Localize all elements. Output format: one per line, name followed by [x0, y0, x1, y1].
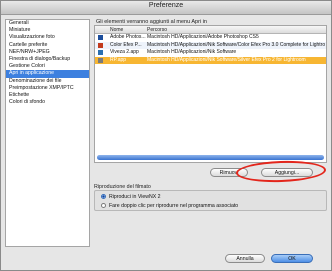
list-item-name: Adobe Photos...: [110, 34, 146, 40]
sidebar-item-gestione-colori[interactable]: Gestione Colori: [6, 63, 89, 70]
sidebar-item-visualizzazione-foto[interactable]: Visualizzazione foto: [6, 34, 89, 41]
list-item-name: RP.app: [110, 56, 127, 63]
ok-button[interactable]: OK: [271, 254, 313, 263]
scrollbar-thumb[interactable]: [97, 155, 324, 160]
radio-button[interactable]: [101, 203, 106, 209]
radio-button-selected[interactable]: [101, 194, 106, 200]
column-header-percorso[interactable]: Percorso: [147, 27, 167, 33]
sidebar-item-generali[interactable]: Generali: [6, 20, 89, 27]
sidebar-item-nef-nrw-jpeg[interactable]: NEF/NRW+JPEG: [6, 49, 89, 56]
photoshop-icon: [98, 35, 103, 40]
list-header: Nome Percorso: [95, 26, 326, 34]
sidebar-item-etichette[interactable]: Etichette: [6, 92, 89, 99]
radio-play-in-viewnx[interactable]: Riproduci in ViewNX 2: [101, 194, 161, 200]
window-title: Preferenze: [148, 2, 184, 9]
list-item[interactable]: Adobe Photos... Macintosh HD/Applicazion…: [95, 34, 326, 42]
application-list[interactable]: Nome Percorso Adobe Photos... Macintosh …: [94, 25, 327, 163]
sidebar-item-colori-di-sfondo[interactable]: Colori di sfondo: [6, 99, 89, 106]
viveza-icon: [98, 50, 103, 55]
list-item-selected[interactable]: RP.app Macintosh HD/Applicazioni/Nik Sof…: [95, 56, 326, 64]
list-item-name: Viveza 2.app: [110, 49, 139, 55]
sidebar-item-cartelle-preferite[interactable]: Cartelle preferite: [6, 42, 89, 49]
preferences-category-list[interactable]: Generali Miniature Visualizzazione foto …: [5, 19, 90, 247]
cancel-button[interactable]: Annulla: [225, 254, 265, 263]
radio-double-click-play[interactable]: Fare doppio clic per riprodurre nel prog…: [101, 203, 238, 209]
list-item-path: Macintosh HD/Applicazioni/Nik Software: [147, 49, 237, 55]
list-item-name: Color Efex P...: [110, 41, 142, 48]
column-header-nome[interactable]: Nome: [110, 27, 123, 33]
sidebar-item-denominazione-dei-file[interactable]: Denominazione dei file: [6, 78, 89, 85]
preferences-window: Preferenze Generali Miniature Visualizza…: [0, 0, 332, 271]
app-icon: [98, 57, 103, 63]
sidebar-item-apri-in-applicazione[interactable]: Apri in applicazione: [6, 70, 89, 78]
sidebar-item-finestra-di-dialogo-backup[interactable]: Finestra di dialogo/Backup: [6, 56, 89, 63]
title-bar[interactable]: Preferenze: [1, 1, 331, 15]
list-item[interactable]: Viveza 2.app Macintosh HD/Applicazioni/N…: [95, 49, 326, 57]
sidebar-item-preimpostazione-xmp-iptc[interactable]: Preimpostazione XMP/IPTC: [6, 85, 89, 92]
color-efex-icon: [98, 42, 103, 48]
playback-group: Riproduci in ViewNX 2 Fare doppio clic p…: [94, 190, 327, 211]
list-item-path: Macintosh HD/Applicazioni/Nik Software/S…: [147, 56, 306, 63]
sidebar-item-miniature[interactable]: Miniature: [6, 27, 89, 34]
radio-label: Fare doppio clic per riprodurre nel prog…: [109, 203, 239, 209]
list-item-path: Macintosh HD/Applicazioni/Nik Software/C…: [147, 41, 326, 48]
list-item[interactable]: Color Efex P... Macintosh HD/Applicazion…: [95, 41, 326, 49]
horizontal-scrollbar[interactable]: [97, 155, 324, 160]
list-item-path: Macintosh HD/Applicazioni/Adobe Photosho…: [147, 34, 259, 40]
annotation-circle: [235, 159, 327, 184]
radio-label: Riproduci in ViewNX 2: [109, 194, 161, 200]
